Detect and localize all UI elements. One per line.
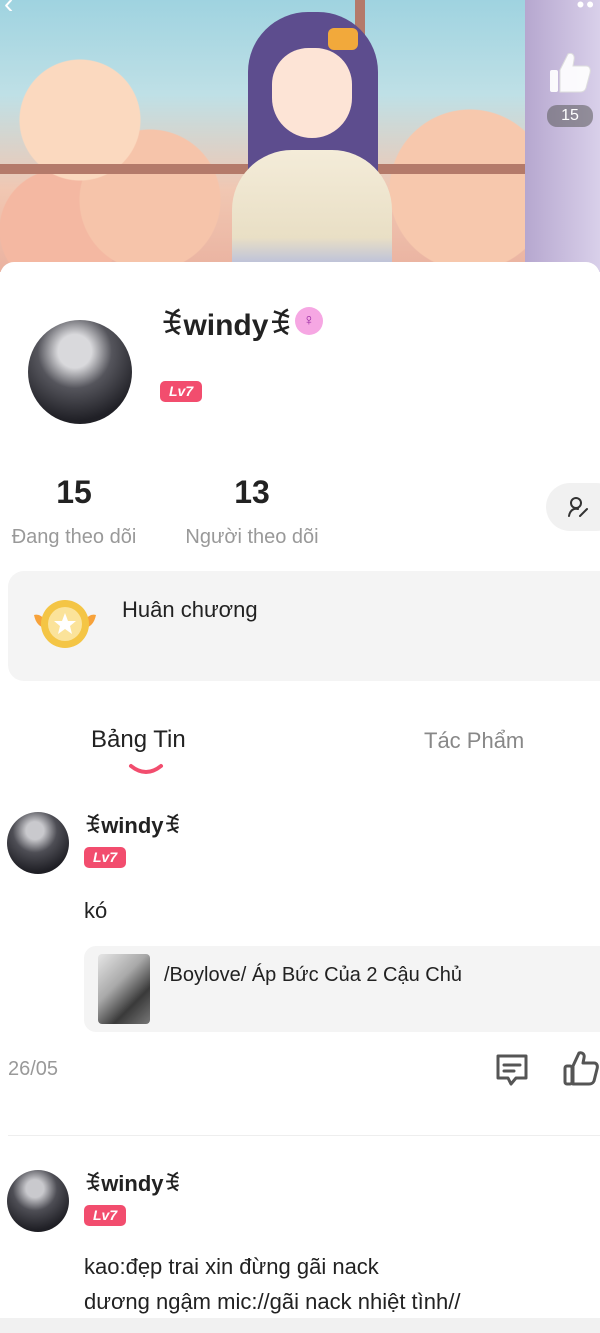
linked-work-card[interactable]: /Boylove/ Áp Bức Của 2 Cậu Chủ (84, 946, 600, 1032)
avatar[interactable] (7, 812, 69, 874)
following-label: Đang theo dõi (11, 526, 137, 548)
female-icon: ♀ (295, 307, 323, 335)
avatar[interactable] (7, 1170, 69, 1232)
following-count: 15 (56, 474, 92, 510)
profile-card: ꉂwindyꉂ ♀ Lv7 (0, 262, 600, 462)
post-divider (8, 1135, 600, 1136)
comment-icon[interactable] (492, 1050, 532, 1090)
username: ꉂwindyꉂ (160, 309, 292, 342)
thumbs-up-icon (550, 52, 591, 93)
level-badge: Lv7 (84, 1205, 127, 1226)
work-cover-image (98, 954, 150, 1024)
character-face (272, 48, 352, 138)
post-text-line: kao:đẹp trai xin đừng gãi nack (84, 1254, 379, 1279)
edit-profile-icon (568, 497, 588, 517)
chevron-left-icon[interactable]: ‹ (4, 0, 32, 22)
medal-section[interactable]: Huân chương (8, 571, 600, 681)
followers-stat[interactable]: 13 Người theo dõi (180, 472, 324, 552)
post-text: kó (84, 898, 108, 923)
profile-like-button[interactable]: 15 (546, 48, 594, 128)
feed-post: ꉂwindyꉂ Lv7 kao:đẹp trai xin đừng gãi na… (0, 1170, 600, 1320)
edit-profile-button[interactable] (546, 483, 600, 531)
post-author[interactable]: ꉂwindyꉂ (84, 1168, 181, 1197)
feed-post: ꉂwindyꉂ Lv7 kó /Boylove/ Áp Bức Của 2 Cậ… (0, 812, 600, 1112)
character-bow (328, 28, 358, 50)
following-stat[interactable]: 15 Đang theo dõi (6, 472, 142, 552)
medal-icon (34, 600, 96, 648)
followers-count: 13 (234, 474, 270, 510)
medal-title: Huân chương (122, 597, 258, 622)
profile-banner: ‹ •• 15 (0, 0, 600, 272)
like-count: 15 (547, 105, 593, 127)
post-author[interactable]: ꉂwindyꉂ (84, 810, 181, 839)
post-text-line: dương ngậm mic://gãi nack nhiệt tình// (84, 1289, 461, 1314)
character-dress (232, 150, 392, 272)
thumbs-up-icon[interactable] (561, 1048, 600, 1088)
level-badge: Lv7 (160, 381, 203, 402)
more-dots-icon[interactable]: •• (577, 0, 596, 18)
followers-label: Người theo dõi (185, 526, 319, 548)
post-date: 26/05 (8, 1058, 59, 1080)
tab-works[interactable]: Tác Phẩm (424, 728, 524, 754)
linked-work-title: /Boylove/ Áp Bức Của 2 Cậu Chủ (164, 964, 462, 986)
banner-wall (525, 0, 600, 272)
bottom-bar (0, 1318, 600, 1333)
tab-active-indicator (129, 764, 163, 774)
avatar[interactable] (28, 320, 132, 424)
tab-feed[interactable]: Bảng Tin (91, 726, 186, 754)
level-badge: Lv7 (84, 847, 127, 868)
